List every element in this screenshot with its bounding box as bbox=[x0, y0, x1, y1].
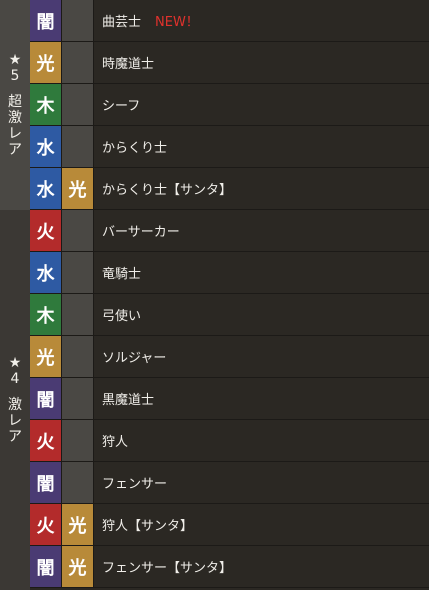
rank-number: 5 bbox=[10, 68, 20, 84]
job-row[interactable]: 闇光フェンサー【サンタ】 bbox=[30, 546, 429, 588]
attribute-badge-primary: 闇 bbox=[30, 462, 62, 503]
attribute-badge-secondary bbox=[62, 210, 94, 251]
attribute-badge-primary: 火 bbox=[30, 504, 62, 545]
attribute-badge-primary: 水 bbox=[30, 126, 62, 167]
rank-number: 4 bbox=[10, 371, 20, 387]
attribute-badge-secondary bbox=[62, 378, 94, 419]
attribute-badge-primary: 火 bbox=[30, 210, 62, 251]
attribute-badge-primary: 木 bbox=[30, 294, 62, 335]
job-name: ソルジャー bbox=[102, 336, 166, 377]
job-name: 弓使い bbox=[102, 294, 141, 335]
job-name-text: シーフ bbox=[102, 99, 141, 114]
rank-text-char: 超 bbox=[8, 94, 22, 110]
job-row[interactable]: 水 からくり士 bbox=[30, 126, 429, 168]
job-name: 黒魔道士 bbox=[102, 378, 154, 419]
job-name-text: 竜騎士 bbox=[102, 267, 142, 282]
attribute-badge-secondary bbox=[62, 0, 94, 41]
job-name: 狩人【サンタ】 bbox=[102, 504, 193, 545]
rank-4-label: ★ 4 激 レ ア bbox=[0, 210, 30, 590]
rank-text-char: ア bbox=[8, 142, 22, 158]
attribute-badge-secondary: 光 bbox=[62, 504, 94, 545]
job-name: 竜騎士 bbox=[102, 252, 141, 293]
job-name: フェンサー bbox=[102, 462, 167, 503]
attribute-badge-primary: 闇 bbox=[30, 0, 62, 41]
attribute-badge-secondary bbox=[62, 462, 94, 503]
attribute-badge-secondary bbox=[62, 126, 94, 167]
job-name: バーサーカー bbox=[102, 210, 180, 251]
job-name: フェンサー【サンタ】 bbox=[102, 546, 232, 587]
job-name-text: ソルジャー bbox=[102, 351, 167, 366]
attribute-badge-secondary: 光 bbox=[62, 546, 94, 587]
job-name: シーフ bbox=[102, 84, 140, 125]
attribute-badge-secondary bbox=[62, 294, 94, 335]
job-row[interactable]: 火 バーサーカー bbox=[30, 210, 429, 252]
rank-text-char: レ bbox=[8, 126, 22, 142]
job-name-text: 曲芸士 bbox=[102, 15, 142, 30]
job-name-text: フェンサー bbox=[102, 477, 168, 492]
job-name: からくり士 bbox=[102, 126, 167, 167]
job-row[interactable]: 闇 黒魔道士 bbox=[30, 378, 429, 420]
job-row[interactable]: 闇 曲芸士 NEW！ bbox=[30, 0, 429, 42]
job-name-text: 狩人 bbox=[102, 435, 129, 450]
attribute-badge-primary: 水 bbox=[30, 168, 62, 209]
rank-text-char: レ bbox=[8, 413, 22, 429]
rank-text-char: 激 bbox=[8, 110, 22, 126]
rank-5-label: ★ 5 超 激 レ ア bbox=[0, 0, 30, 210]
job-row[interactable]: 木 弓使い bbox=[30, 294, 429, 336]
rank-text-char: ア bbox=[8, 429, 22, 445]
job-name: からくり士【サンタ】 bbox=[102, 168, 232, 209]
job-name-text: 黒魔道士 bbox=[102, 393, 155, 408]
job-row[interactable]: 光 ソルジャー bbox=[30, 336, 429, 378]
job-name: 時魔道士 bbox=[102, 42, 154, 83]
job-name-text: バーサーカー bbox=[102, 225, 180, 240]
job-name-text: からくり士【サンタ】 bbox=[102, 183, 233, 198]
attribute-badge-secondary bbox=[62, 252, 94, 293]
job-name: 狩人 bbox=[102, 420, 128, 461]
attribute-badge-secondary bbox=[62, 420, 94, 461]
attribute-badge-primary: 光 bbox=[30, 336, 62, 377]
job-name-text: フェンサー【サンタ】 bbox=[102, 561, 233, 576]
star-icon: ★ bbox=[8, 52, 22, 68]
attribute-badge-primary: 木 bbox=[30, 84, 62, 125]
attribute-badge-secondary bbox=[62, 336, 94, 377]
job-name-text: からくり士 bbox=[102, 141, 168, 156]
job-row[interactable]: 闇 フェンサー bbox=[30, 462, 429, 504]
attribute-badge-secondary: 光 bbox=[62, 168, 94, 209]
job-row[interactable]: 光 時魔道士 bbox=[30, 42, 429, 84]
job-name: 曲芸士 NEW！ bbox=[102, 0, 199, 41]
attribute-badge-primary: 闇 bbox=[30, 378, 62, 419]
new-badge: NEW！ bbox=[155, 15, 199, 30]
attribute-badge-primary: 光 bbox=[30, 42, 62, 83]
rank-text-char: 激 bbox=[8, 397, 22, 413]
job-row[interactable]: 水 竜騎士 bbox=[30, 252, 429, 294]
job-row[interactable]: 火光狩人【サンタ】 bbox=[30, 504, 429, 546]
job-name-text: 時魔道士 bbox=[102, 57, 155, 72]
job-row[interactable]: 木 シーフ bbox=[30, 84, 429, 126]
star-icon: ★ bbox=[8, 355, 22, 371]
attribute-badge-secondary bbox=[62, 42, 94, 83]
job-name-text: 弓使い bbox=[102, 309, 142, 324]
attribute-badge-secondary bbox=[62, 84, 94, 125]
attribute-badge-primary: 闇 bbox=[30, 546, 62, 587]
job-list: ★ 5 超 激 レ ア ★ 4 激 レ ア 闇 曲芸士 NEW！ 光 時魔道士木 シーフ水… bbox=[0, 0, 429, 590]
job-row[interactable]: 水光からくり士【サンタ】 bbox=[30, 168, 429, 210]
job-row[interactable]: 火 狩人 bbox=[30, 420, 429, 462]
attribute-badge-primary: 火 bbox=[30, 420, 62, 461]
job-name-text: 狩人【サンタ】 bbox=[102, 519, 194, 534]
attribute-badge-primary: 水 bbox=[30, 252, 62, 293]
